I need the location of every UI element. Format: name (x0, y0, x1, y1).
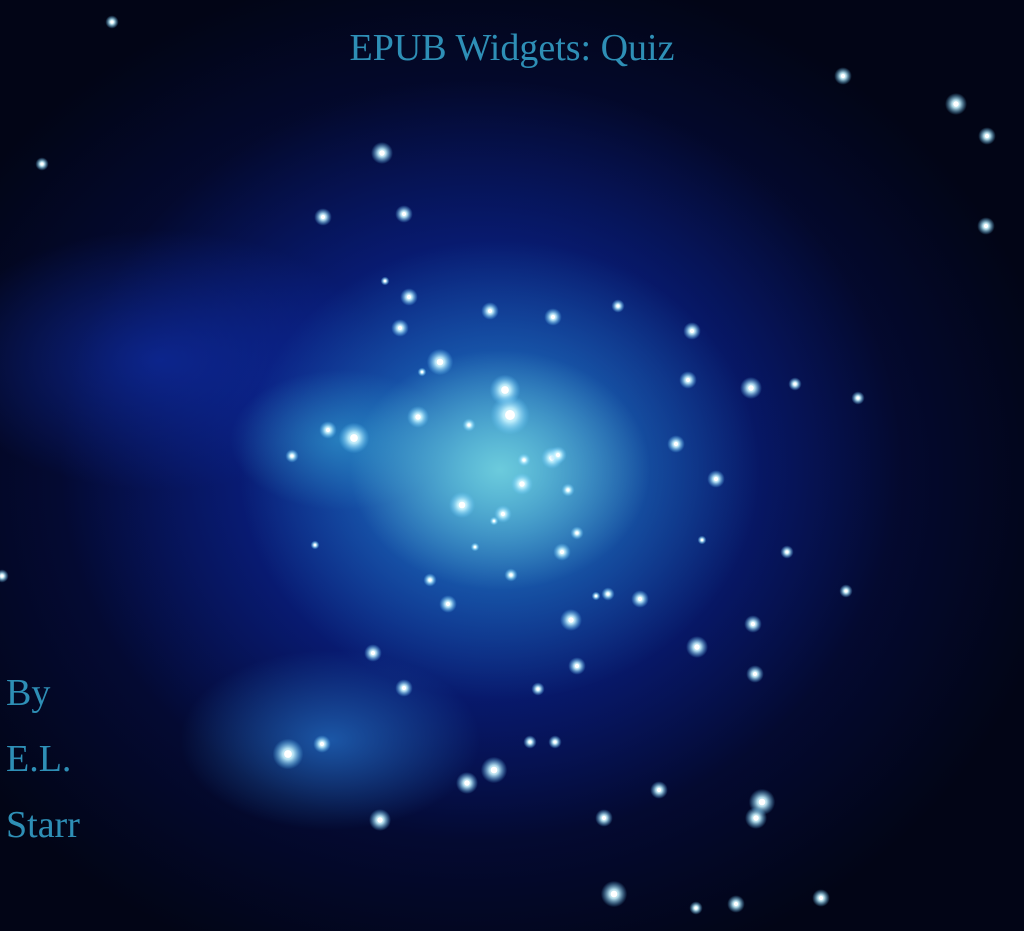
star (473, 545, 477, 549)
star (840, 73, 846, 79)
star (594, 594, 598, 598)
star (785, 550, 789, 554)
author-line-initials: E.L. (6, 738, 72, 780)
star (528, 740, 532, 744)
star (637, 596, 643, 602)
author-byline: By E.L. Starr (6, 660, 80, 858)
star (290, 454, 294, 458)
star (984, 133, 990, 139)
star (522, 458, 526, 462)
star (415, 414, 421, 420)
star (379, 150, 385, 156)
star (574, 663, 580, 669)
star (401, 211, 407, 217)
star (0, 574, 4, 578)
author-line-by: By (6, 672, 51, 714)
star (752, 671, 758, 677)
star (673, 441, 679, 447)
star (953, 101, 959, 107)
star (445, 601, 451, 607)
star (490, 766, 498, 774)
star (559, 549, 565, 555)
star (406, 294, 412, 300)
star (656, 787, 662, 793)
star (436, 358, 444, 366)
star (601, 815, 607, 821)
star (350, 434, 358, 442)
star (606, 592, 610, 596)
star (856, 396, 860, 400)
star (689, 328, 695, 334)
star (492, 519, 496, 523)
star-field (0, 15, 996, 915)
star (793, 382, 797, 386)
star (694, 906, 698, 910)
star (458, 501, 466, 509)
star (313, 543, 317, 547)
star (377, 817, 383, 823)
star (753, 815, 759, 821)
star (467, 423, 471, 427)
star (464, 780, 470, 786)
star (575, 531, 579, 535)
star (750, 621, 756, 627)
star (383, 279, 387, 283)
star (397, 325, 403, 331)
star (694, 644, 700, 650)
star (501, 386, 509, 394)
star (818, 895, 824, 901)
star (568, 617, 574, 623)
star (700, 538, 704, 542)
star (713, 476, 719, 482)
star (505, 410, 515, 420)
star (748, 385, 754, 391)
star (555, 452, 561, 458)
star (616, 304, 620, 308)
star (519, 481, 525, 487)
star (487, 308, 493, 314)
star (320, 214, 326, 220)
star (40, 162, 44, 166)
star (401, 685, 407, 691)
author-line-surname: Starr (6, 804, 80, 846)
star (370, 650, 376, 656)
star (758, 798, 766, 806)
star (844, 589, 848, 593)
star (420, 370, 424, 374)
star (536, 687, 540, 691)
star (110, 20, 114, 24)
star (610, 890, 618, 898)
star (325, 427, 331, 433)
book-cover: EPUB Widgets: Quiz By E.L. Starr (0, 0, 1024, 931)
star (553, 740, 557, 744)
star (733, 901, 739, 907)
star (983, 223, 989, 229)
star (284, 750, 292, 758)
star (550, 314, 556, 320)
star (509, 573, 513, 577)
star (685, 377, 691, 383)
star (500, 511, 506, 517)
book-title: EPUB Widgets: Quiz (349, 27, 675, 69)
star (319, 741, 325, 747)
star (428, 578, 432, 582)
star (566, 488, 570, 492)
